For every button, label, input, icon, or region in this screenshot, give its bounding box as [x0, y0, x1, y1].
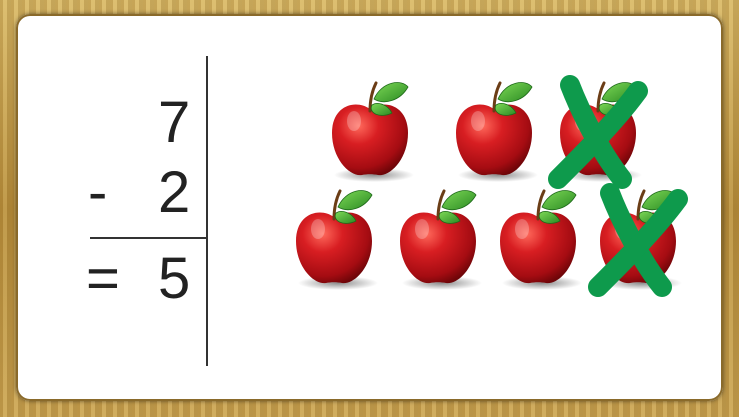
apple-illustration [296, 75, 688, 297]
apple-icon [456, 81, 538, 182]
apple-icon [400, 189, 482, 290]
apple-icon [500, 189, 582, 290]
apple-icon [332, 81, 414, 182]
apple-icon [296, 189, 378, 290]
